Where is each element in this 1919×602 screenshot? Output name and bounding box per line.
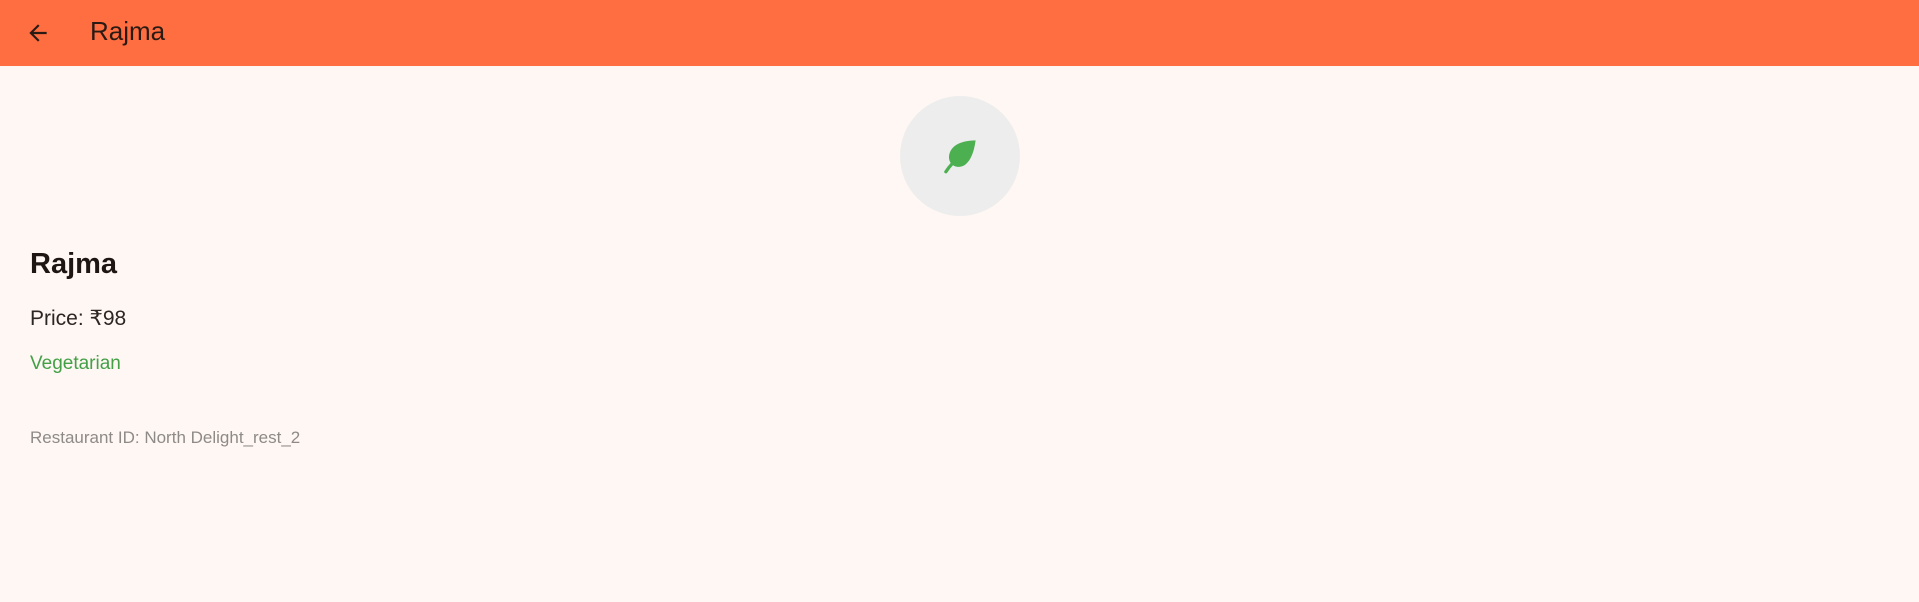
veg-label: Vegetarian — [30, 353, 121, 374]
app-bar-title: Rajma — [90, 16, 166, 46]
app-bar: Rajma — [0, 0, 1919, 66]
item-name: Rajma — [30, 248, 118, 280]
back-button[interactable] — [14, 9, 62, 57]
item-price: Price: ₹98 — [30, 307, 127, 330]
item-avatar — [900, 96, 1020, 216]
leaf-icon — [944, 140, 976, 174]
item-details: Rajma Price: ₹98 Vegetarian Restaurant I… — [0, 66, 1919, 602]
restaurant-id: Restaurant ID: North Delight_rest_2 — [30, 428, 301, 447]
arrow-back-icon — [29, 24, 47, 42]
